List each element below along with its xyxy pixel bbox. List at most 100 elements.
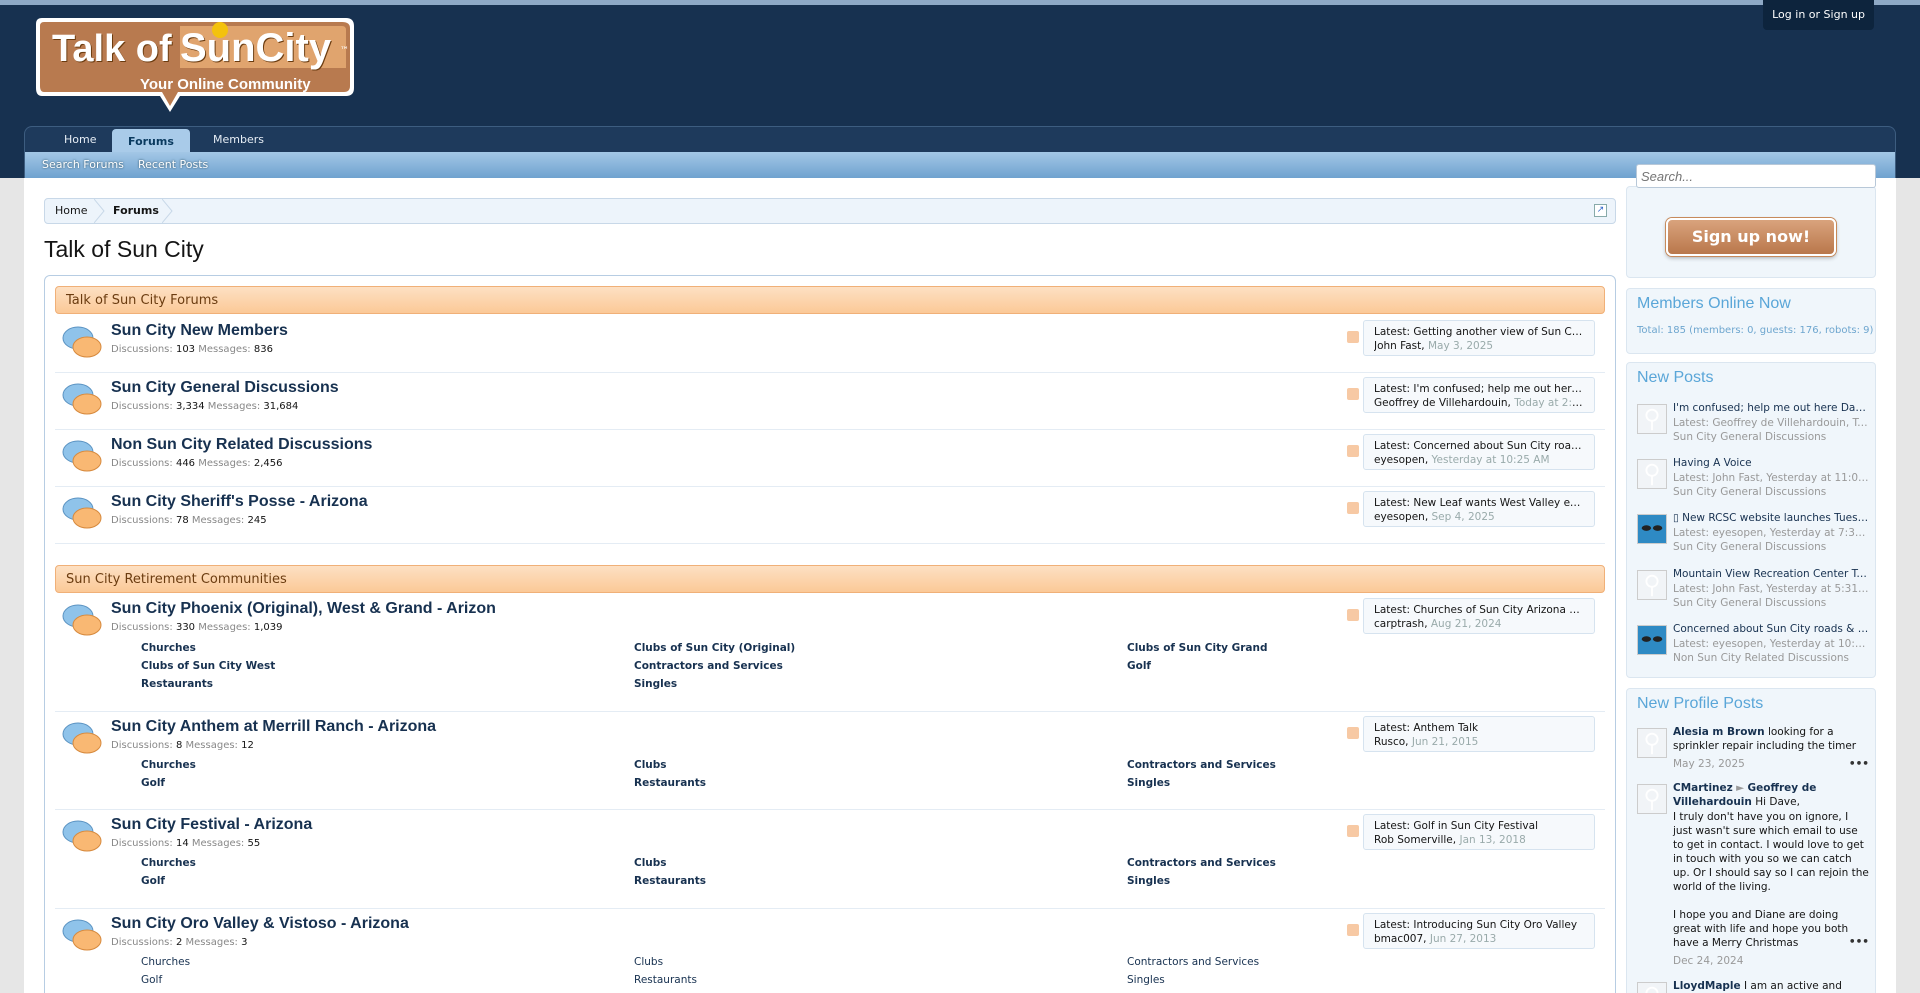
new-post-forum[interactable]: Sun City General Discussions xyxy=(1673,485,1869,500)
rss-icon[interactable] xyxy=(1347,445,1359,457)
new-post-forum[interactable]: Sun City General Discussions xyxy=(1673,430,1869,445)
latest-title[interactable]: Concerned about Sun City roads & safety xyxy=(1413,440,1584,452)
breadcrumb-home[interactable]: Home xyxy=(55,199,87,223)
new-post-title[interactable]: Mountain View Recreation Center To Close xyxy=(1673,567,1869,582)
latest-user[interactable]: carptrash xyxy=(1374,618,1424,630)
profile-post-author[interactable]: CMartinez xyxy=(1673,782,1733,794)
new-posts-title[interactable]: New Posts xyxy=(1637,369,1713,387)
subforum-link[interactable]: Clubs xyxy=(634,759,667,771)
jump-to-page-icon[interactable]: ↗ xyxy=(1594,204,1607,217)
new-post-title[interactable]: I'm confused; help me out here Dave W. xyxy=(1673,401,1869,416)
category-header[interactable]: Sun City Retirement Communities xyxy=(55,565,1605,593)
latest-date[interactable]: Today at 2:03 AM xyxy=(1514,397,1584,409)
subforum-link[interactable]: Restaurants xyxy=(634,875,706,887)
default-avatar-icon[interactable] xyxy=(1637,570,1667,600)
subforum-link[interactable]: Churches xyxy=(141,857,196,869)
forum-title[interactable]: Sun City Anthem at Merrill Ranch - Arizo… xyxy=(111,718,436,736)
subforum-link[interactable]: Restaurants xyxy=(634,777,706,789)
new-post-forum[interactable]: Sun City General Discussions xyxy=(1673,540,1869,555)
new-post-latest[interactable]: Latest: eyesopen, Yesterday at 10:25 AM xyxy=(1673,637,1869,652)
new-post-title[interactable]: Concerned about Sun City roads & safety xyxy=(1673,622,1869,637)
subnav-search-forums[interactable]: Search Forums xyxy=(42,152,124,178)
latest-title[interactable]: Anthem Talk xyxy=(1413,722,1478,734)
new-post-latest[interactable]: Latest: John Fast, Yesterday at 5:31 PM xyxy=(1673,582,1869,597)
subforum-link[interactable]: Churches xyxy=(141,642,196,654)
subforum-link[interactable]: Singles xyxy=(1127,974,1165,986)
rss-icon[interactable] xyxy=(1347,388,1359,400)
profile-post-date[interactable]: May 23, 2025 xyxy=(1673,757,1869,771)
profile-post-author[interactable]: LloydMaple xyxy=(1673,980,1741,992)
latest-user[interactable]: John Fast xyxy=(1374,340,1421,352)
default-avatar-icon[interactable] xyxy=(1637,728,1667,758)
breadcrumb-forums[interactable]: Forums xyxy=(113,199,159,223)
rss-icon[interactable] xyxy=(1347,825,1359,837)
more-options-icon[interactable]: ••• xyxy=(1849,757,1869,771)
forum-title[interactable]: Sun City Festival - Arizona xyxy=(111,816,312,834)
default-avatar-icon[interactable] xyxy=(1637,982,1667,993)
latest-title[interactable]: I'm confused; help me out here Dave W. xyxy=(1413,383,1584,395)
subforum-link[interactable]: Golf xyxy=(141,777,165,789)
login-signup-link[interactable]: Log in or Sign up xyxy=(1763,0,1874,30)
forum-title[interactable]: Sun City New Members xyxy=(111,322,288,340)
latest-title[interactable]: Introducing Sun City Oro Valley xyxy=(1413,919,1577,931)
rss-icon[interactable] xyxy=(1347,609,1359,621)
subforum-link[interactable]: Singles xyxy=(634,678,677,690)
rss-icon[interactable] xyxy=(1347,502,1359,514)
default-avatar-icon[interactable] xyxy=(1637,404,1667,434)
subforum-link[interactable]: Restaurants xyxy=(141,678,213,690)
latest-title[interactable]: Churches of Sun City Arizona Forum xyxy=(1413,604,1584,616)
latest-user[interactable]: Rob Somerville xyxy=(1374,834,1453,846)
subforum-link[interactable]: Churches xyxy=(141,759,196,771)
new-post-title[interactable]: ▯ New RCSC website launches Tuesday xyxy=(1673,511,1869,526)
latest-title[interactable]: Golf in Sun City Festival xyxy=(1413,820,1538,832)
forum-title[interactable]: Sun City Sheriff's Posse - Arizona xyxy=(111,493,368,511)
more-options-icon[interactable]: ••• xyxy=(1849,935,1869,949)
nav-tab-members[interactable]: Members xyxy=(197,127,280,153)
new-post-forum[interactable]: Sun City General Discussions xyxy=(1673,596,1869,611)
forum-title[interactable]: Sun City General Discussions xyxy=(111,379,339,397)
forum-title[interactable]: Non Sun City Related Discussions xyxy=(111,436,372,454)
latest-date[interactable]: Yesterday at 10:25 AM xyxy=(1432,454,1550,466)
subforum-link[interactable]: Churches xyxy=(141,956,190,968)
forum-title[interactable]: Sun City Oro Valley & Vistoso - Arizona xyxy=(111,915,409,933)
new-post-latest[interactable]: Latest: Geoffrey de Villehardouin, Today… xyxy=(1673,416,1869,431)
latest-user[interactable]: bmac007 xyxy=(1374,933,1423,945)
rss-icon[interactable] xyxy=(1347,924,1359,936)
new-post-latest[interactable]: Latest: John Fast, Yesterday at 11:01 PM xyxy=(1673,471,1869,486)
site-logo[interactable]: Talk of SunCity ™ Your Online Community xyxy=(30,16,360,119)
subforum-link[interactable]: Singles xyxy=(1127,875,1170,887)
rss-icon[interactable] xyxy=(1347,727,1359,739)
nav-tab-home[interactable]: Home xyxy=(48,127,112,153)
new-post-forum[interactable]: Non Sun City Related Discussions xyxy=(1673,651,1869,666)
latest-user[interactable]: eyesopen xyxy=(1374,454,1425,466)
latest-date[interactable]: Jun 21, 2015 xyxy=(1412,736,1479,748)
profile-post-author[interactable]: Alesia m Brown xyxy=(1673,726,1765,738)
new-post-latest[interactable]: Latest: eyesopen, Yesterday at 7:31 PM xyxy=(1673,526,1869,541)
category-header[interactable]: Talk of Sun City Forums xyxy=(55,286,1605,314)
latest-user[interactable]: Rusco xyxy=(1374,736,1405,748)
latest-title[interactable]: New Leaf wants West Valley expansion xyxy=(1413,497,1584,509)
subforum-link[interactable]: Golf xyxy=(141,974,162,986)
user-avatar-icon[interactable] xyxy=(1637,625,1667,655)
latest-date[interactable]: Sep 4, 2025 xyxy=(1432,511,1495,523)
signup-button[interactable]: Sign up now! xyxy=(1666,218,1836,256)
latest-date[interactable]: Aug 21, 2024 xyxy=(1431,618,1502,630)
forum-title[interactable]: Sun City Phoenix (Original), West & Gran… xyxy=(111,600,496,618)
subforum-link[interactable]: Contractors and Services xyxy=(1127,759,1276,771)
members-online-title[interactable]: Members Online Now xyxy=(1637,295,1791,313)
latest-user[interactable]: Geoffrey de Villehardouin xyxy=(1374,397,1508,409)
latest-user[interactable]: eyesopen xyxy=(1374,511,1425,523)
latest-title[interactable]: Getting another view of Sun City xyxy=(1413,326,1584,338)
latest-date[interactable]: Jan 13, 2018 xyxy=(1459,834,1525,846)
subforum-link[interactable]: Golf xyxy=(1127,660,1151,672)
subnav-recent-posts[interactable]: Recent Posts xyxy=(138,152,208,178)
subforum-link[interactable]: Clubs xyxy=(634,857,667,869)
subforum-link[interactable]: Clubs xyxy=(634,956,663,968)
user-avatar-icon[interactable] xyxy=(1637,514,1667,544)
profile-post-date[interactable]: Dec 24, 2024 xyxy=(1673,954,1869,968)
default-avatar-icon[interactable] xyxy=(1637,459,1667,489)
latest-date[interactable]: Jun 27, 2013 xyxy=(1430,933,1497,945)
latest-date[interactable]: May 3, 2025 xyxy=(1428,340,1493,352)
profile-posts-title[interactable]: New Profile Posts xyxy=(1637,695,1763,713)
search-input[interactable] xyxy=(1636,164,1876,188)
